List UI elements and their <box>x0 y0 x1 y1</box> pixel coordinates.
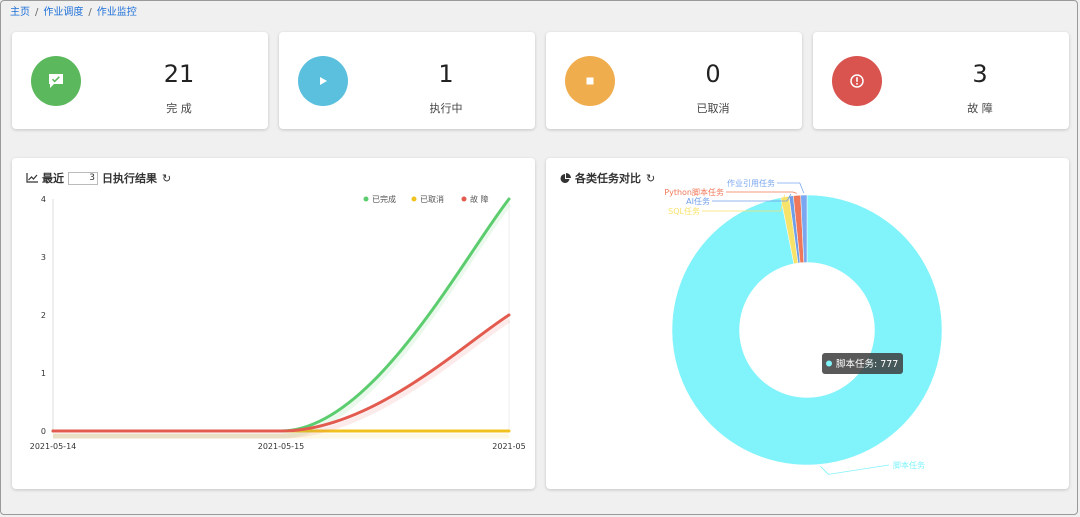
stat-label: 故 障 <box>967 102 993 115</box>
play-icon <box>320 77 327 85</box>
x-tick-label: 2021-05-15 <box>258 442 305 451</box>
stat-label: 已取消 <box>696 102 730 115</box>
line-chart: 0 1 2 3 4 2021-05-14 2021-05-15 2021-05 已完成 已取消 故 … <box>30 194 526 451</box>
x-tick-label: 2021-05-14 <box>30 442 77 451</box>
stat-value: 3 <box>972 60 988 88</box>
stat-value: 0 <box>705 60 721 88</box>
breadcrumb-scheduling[interactable]: 作业调度 <box>43 7 83 18</box>
stat-card-running: 1 执行中 <box>279 32 535 129</box>
y-tick-label: 1 <box>41 369 46 378</box>
breadcrumb-home[interactable]: 主页 <box>10 7 30 18</box>
x-tick-label: 2021-05 <box>492 442 525 451</box>
series-line <box>51 197 511 433</box>
stop-icon <box>586 77 594 85</box>
label-leader-line <box>777 182 805 194</box>
label-leader-line <box>820 464 890 475</box>
legend-label[interactable]: 已取消 <box>420 194 444 204</box>
chat-check-icon <box>49 74 63 88</box>
y-tick-label: 0 <box>41 427 46 436</box>
breadcrumb: 主页 / 作业调度 / 作业监控 <box>10 3 137 18</box>
legend-marker[interactable] <box>363 196 369 202</box>
tooltip-marker <box>826 360 832 367</box>
y-tick-label: 4 <box>41 195 46 204</box>
slice-label: AI任务 <box>686 196 710 206</box>
breadcrumb-separator: / <box>88 7 92 18</box>
y-tick-label: 3 <box>41 253 46 262</box>
stat-circle <box>832 56 882 106</box>
tooltip-text: 脚本任务: 777 <box>836 358 898 370</box>
execution-results-panel: 最近 日执行结果 ↻ 012342021-05-142021-05-152021… <box>12 158 535 489</box>
label-leader-line <box>726 191 797 194</box>
legend-label[interactable]: 故 障 <box>470 194 489 204</box>
breadcrumb-monitoring[interactable]: 作业监控 <box>97 7 137 18</box>
y-tick-label: 2 <box>41 311 46 320</box>
stat-circle <box>31 56 81 106</box>
slice-label: SQL任务 <box>668 206 700 216</box>
legend-marker[interactable] <box>461 196 467 202</box>
breadcrumb-separator: / <box>35 7 39 18</box>
slice-label: 作业引用任务 <box>727 178 775 188</box>
slice-label: 脚本任务 <box>893 460 925 470</box>
series-line <box>51 313 511 433</box>
stat-card-completed: 21 完 成 <box>12 32 268 129</box>
stat-card-cancelled: 0 已取消 <box>546 32 802 129</box>
stat-value: 1 <box>438 60 454 88</box>
stat-value: 21 <box>163 60 195 88</box>
slice-label: Python脚本任务 <box>664 187 724 197</box>
alert-icon <box>850 74 864 88</box>
legend-marker[interactable] <box>411 196 417 202</box>
legend-label[interactable]: 已完成 <box>372 194 396 204</box>
stat-card-fault: 3 故 障 <box>813 32 1069 129</box>
series-shadow <box>53 317 511 439</box>
series-shadow <box>53 202 511 439</box>
stat-circle <box>298 56 348 106</box>
donut-chart: 脚本任务 SQL任务AI任务Python脚本任务作业引用任务脚本任务: 777 <box>664 178 943 475</box>
chart-tooltip: 脚本任务: 777 <box>822 353 903 374</box>
stat-label: 完 成 <box>166 102 192 115</box>
task-type-panel: 各类任务对比 ↻ 脚本任务 SQL任务 AI任务 Python脚本任务 作业引用任务 脚本… <box>546 158 1069 489</box>
stat-label: 执行中 <box>429 102 463 115</box>
stat-circle <box>565 56 615 106</box>
